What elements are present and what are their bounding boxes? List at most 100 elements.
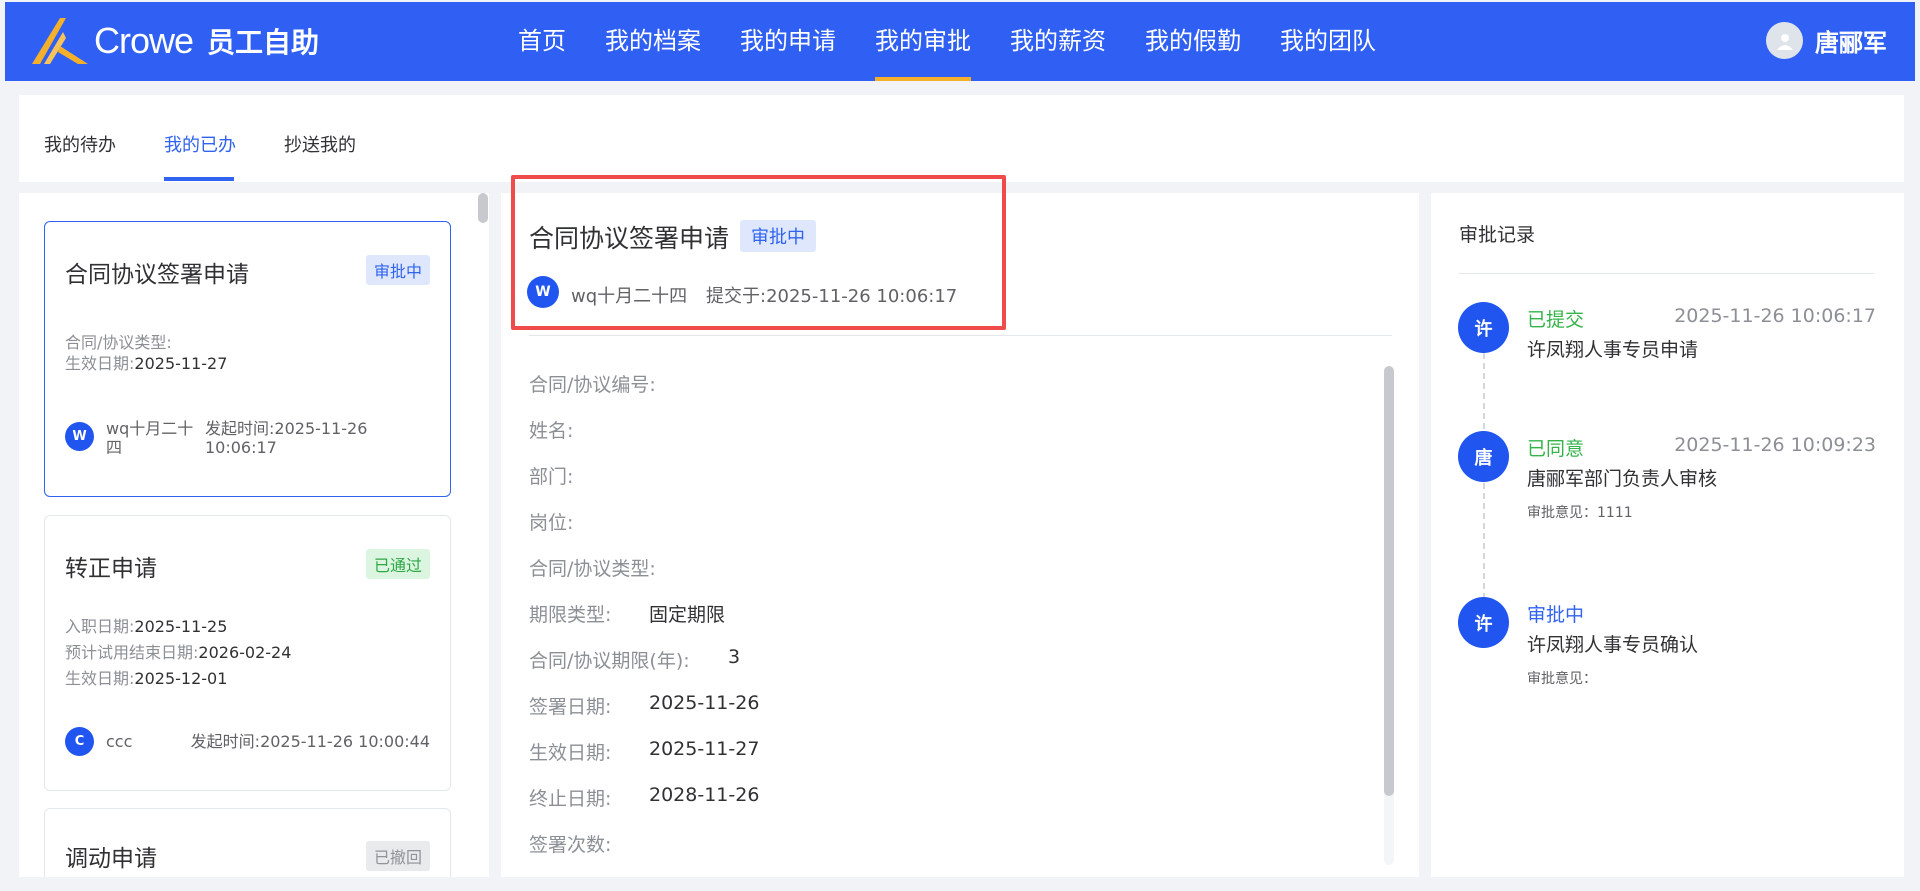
detail-title: 合同协议签署申请 — [529, 224, 730, 253]
status-badge: 审批中 — [365, 255, 430, 285]
form-row: 终止日期: 2028-11-26 — [529, 784, 759, 811]
record-desc: 唐郦军部门负责人审核 — [1527, 468, 1718, 490]
record-time: 2025-11-26 10:09:23 — [1674, 434, 1876, 456]
submit-time: 发起时间:2025-11-26 10:06:17 — [205, 419, 367, 457]
form-row: 合同/协议类型: — [529, 554, 656, 581]
card-title: 合同协议签署申请 — [65, 262, 249, 288]
record-status: 审批中 — [1527, 604, 1585, 626]
form-label: 部门: — [529, 466, 574, 488]
form-value: 固定期限 — [649, 604, 726, 626]
submitter-name: wq十月二十 四 — [106, 419, 193, 457]
nav-leave[interactable]: 我的假勤 — [1145, 2, 1241, 81]
time-value: 2025-11-26 10:00:44 — [260, 732, 430, 751]
avatar: 许 — [1458, 597, 1509, 648]
avatar: W — [527, 276, 559, 308]
status-badge: 审批中 — [740, 220, 816, 252]
brand-name: Crowe — [94, 20, 194, 61]
record-time: 2025-11-26 10:06:17 — [1674, 305, 1876, 327]
time-label: 发起时间: — [190, 732, 261, 751]
form-label: 岗位: — [529, 512, 574, 534]
person-icon — [1776, 33, 1793, 50]
form-value: 2028-11-26 — [649, 784, 760, 806]
record-status: 已同意 — [1527, 438, 1585, 460]
card-title: 转正申请 — [65, 556, 157, 582]
form-label: 签署次数: — [529, 834, 612, 856]
nav-profile[interactable]: 我的档案 — [605, 2, 701, 81]
detail-scrollbar[interactable] — [1384, 366, 1394, 865]
submitter-name: ccc — [106, 732, 133, 751]
field-value: 2025-11-25 — [134, 617, 228, 636]
main-nav: 首页 我的档案 我的申请 我的审批 我的薪资 我的假勤 我的团队 — [518, 2, 1415, 81]
form-label: 生效日期: — [529, 742, 612, 764]
form-label: 合同/协议类型: — [529, 558, 656, 580]
time-value: 10:06:17 — [205, 438, 277, 457]
submitter-line: wq十月二十 — [106, 419, 194, 438]
crowe-logo-icon — [32, 18, 88, 64]
divider — [1459, 273, 1874, 274]
form-label: 姓名: — [529, 420, 574, 442]
card-field: 生效日期:2025-12-01 — [65, 665, 227, 689]
list-item[interactable]: 调动申请 已撤回 — [44, 808, 451, 877]
form-value: 2025-11-27 — [649, 738, 760, 760]
form-row: 姓名: — [529, 416, 573, 443]
top-header: Crowe 员工自助 首页 我的档案 我的申请 我的审批 我的薪资 我的假勤 我… — [5, 2, 1915, 81]
nav-home[interactable]: 首页 — [518, 2, 566, 81]
avatar: W — [65, 422, 94, 451]
submitted-at: 提交于:2025-11-26 10:06:17 — [706, 282, 957, 308]
avatar: 唐 — [1458, 431, 1509, 482]
list-item[interactable]: 转正申请 已通过 入职日期:2025-11-25 预计试用结束日期:2026-0… — [44, 515, 451, 791]
status-badge: 已撤回 — [365, 841, 430, 871]
user-avatar-icon[interactable] — [1766, 22, 1803, 59]
card-field: 入职日期:2025-11-25 — [65, 613, 227, 637]
card-title: 调动申请 — [65, 846, 157, 872]
nav-applications[interactable]: 我的申请 — [740, 2, 836, 81]
avatar: 许 — [1458, 302, 1509, 353]
submitter-name: wq十月二十四 — [571, 286, 688, 307]
form-row: 期限类型: 固定期限 — [529, 600, 725, 627]
records-title: 审批记录 — [1459, 224, 1536, 246]
submitter-line: 四 — [106, 438, 123, 457]
nav-approvals[interactable]: 我的审批 — [875, 2, 971, 81]
nav-salary[interactable]: 我的薪资 — [1010, 2, 1106, 81]
form-row: 签署次数: — [529, 830, 611, 857]
user-name: 唐郦军 — [1815, 29, 1887, 57]
scrollbar-thumb[interactable] — [478, 193, 488, 223]
form-row: 生效日期: 2025-11-27 — [529, 738, 759, 765]
approval-tabs: 我的待办 我的已办 抄送我的 — [19, 95, 1904, 182]
form-value: 3 — [728, 646, 741, 668]
form-row: 部门: — [529, 462, 573, 489]
field-label: 生效日期: — [65, 354, 135, 373]
tab-todo[interactable]: 我的待办 — [44, 131, 116, 157]
user-menu[interactable]: 唐郦军 — [1766, 22, 1887, 59]
avatar: C — [65, 727, 94, 756]
form-label: 终止日期: — [529, 788, 612, 810]
active-tab-indicator — [164, 177, 234, 181]
time-line-2-wrap: 10:06:17 — [205, 438, 367, 457]
record-status: 已提交 — [1527, 309, 1585, 331]
form-label: 期限类型: — [529, 604, 612, 626]
list-item[interactable]: 合同协议签署申请 审批中 合同/协议类型: 生效日期:2025-11-27 W … — [44, 221, 451, 497]
submitted-label: 提交于: — [706, 286, 767, 307]
tab-done[interactable]: 我的已办 — [164, 131, 236, 157]
brand[interactable]: Crowe 员工自助 — [30, 16, 319, 66]
field-label: 生效日期: — [65, 669, 135, 688]
form-row: 岗位: — [529, 508, 573, 535]
field-label: 入职日期: — [65, 617, 135, 636]
field-value: 2025-11-27 — [134, 354, 228, 373]
field-value: 2025-12-01 — [134, 669, 228, 688]
detail-panel: 合同协议签署申请 审批中 W wq十月二十四 提交于:2025-11-26 10… — [501, 193, 1419, 877]
tab-cc[interactable]: 抄送我的 — [284, 131, 356, 157]
nav-team[interactable]: 我的团队 — [1280, 2, 1376, 81]
scrollbar-thumb[interactable] — [1384, 366, 1394, 796]
form-row: 合同/协议编号: — [529, 370, 656, 397]
form-row: 签署日期: 2025-11-26 — [529, 692, 759, 719]
record-note: 审批意见：1111 — [1527, 505, 1633, 521]
record-desc: 许凤翔人事专员确认 — [1527, 634, 1699, 656]
record-note: 审批意见： — [1527, 671, 1597, 687]
app-name: 员工自助 — [207, 26, 320, 59]
list-scrollbar[interactable] — [478, 193, 488, 855]
field-value: 2026-02-24 — [198, 643, 292, 662]
time-value: 2025-11-26 — [274, 419, 368, 438]
request-list: 合同协议签署申请 审批中 合同/协议类型: 生效日期:2025-11-27 W … — [19, 193, 489, 877]
approval-records: 审批记录 许 已提交 2025-11-26 10:06:17 许凤翔人事专员申请… — [1431, 193, 1904, 877]
